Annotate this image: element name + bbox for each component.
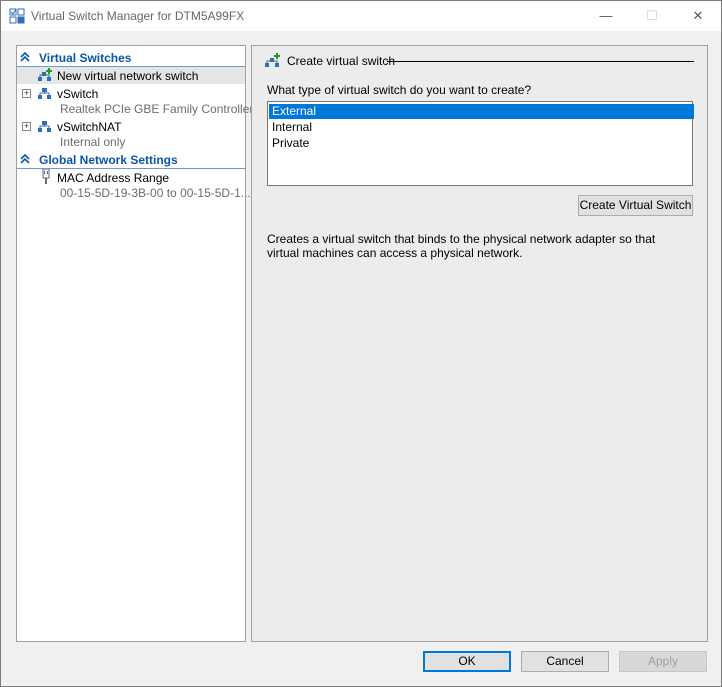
heading-divider xyxy=(387,61,694,62)
create-virtual-switch-button[interactable]: Create Virtual Switch xyxy=(578,195,693,216)
tree-item-sublabel: Realtek PCIe GBE Family Controller xyxy=(60,102,254,116)
section-label: Virtual Switches xyxy=(39,51,132,65)
switch-type-description: Creates a virtual switch that binds to t… xyxy=(267,232,656,260)
title-bar[interactable]: Virtual Switch Manager for DTM5A99FX — ☐… xyxy=(1,1,721,31)
ok-button[interactable]: OK xyxy=(423,651,511,672)
add-network-switch-icon xyxy=(265,53,280,67)
detail-pane: Create virtual switch What type of virtu… xyxy=(251,45,708,642)
switch-type-listbox[interactable]: External Internal Private xyxy=(267,101,694,186)
tree-item-label: vSwitch xyxy=(57,87,99,101)
dialog-window: Virtual Switch Manager for DTM5A99FX — ☐… xyxy=(0,0,722,687)
expand-icon[interactable]: + xyxy=(22,122,31,131)
tree-item-vswitchnat[interactable]: + vSwitchNAT Internal only xyxy=(17,118,245,150)
close-button[interactable]: ✕ xyxy=(675,1,721,31)
cancel-button[interactable]: Cancel xyxy=(521,651,609,672)
section-global-network-settings[interactable]: Global Network Settings xyxy=(17,152,245,169)
option-external[interactable]: External xyxy=(269,104,694,119)
expand-icon[interactable]: + xyxy=(22,89,31,98)
network-plug-icon xyxy=(42,169,50,184)
tree-item-label: vSwitchNAT xyxy=(57,120,122,134)
add-network-switch-icon xyxy=(38,68,52,81)
tree-item-new-virtual-network-switch[interactable]: New virtual network switch xyxy=(17,67,245,84)
detail-heading: Create virtual switch xyxy=(287,54,396,68)
window-title: Virtual Switch Manager for DTM5A99FX xyxy=(31,9,245,23)
network-switch-icon xyxy=(38,88,51,99)
option-internal[interactable]: Internal xyxy=(269,120,694,135)
chevron-up-double-icon[interactable] xyxy=(20,51,30,63)
virtual-switch-manager-icon xyxy=(9,8,25,24)
tree-item-label: MAC Address Range xyxy=(57,171,170,185)
section-virtual-switches[interactable]: Virtual Switches xyxy=(17,50,245,67)
tree-item-sublabel: Internal only xyxy=(60,135,126,149)
switch-type-question: What type of virtual switch do you want … xyxy=(267,83,532,97)
navigation-tree: Virtual Switches New virtual network swi… xyxy=(16,45,253,642)
minimize-button[interactable]: — xyxy=(583,1,629,31)
option-private[interactable]: Private xyxy=(269,136,694,151)
apply-button[interactable]: Apply xyxy=(619,651,707,672)
maximize-button[interactable]: ☐ xyxy=(629,1,675,31)
network-switch-icon xyxy=(38,121,51,132)
chevron-up-double-icon[interactable] xyxy=(20,153,30,165)
tree-item-sublabel: 00-15-5D-19-3B-00 to 00-15-5D-1... xyxy=(60,186,251,200)
section-label: Global Network Settings xyxy=(39,153,178,167)
tree-item-label: New virtual network switch xyxy=(57,69,199,83)
tree-item-vswitch[interactable]: + vSwitch Realtek PCIe GBE Family Contro… xyxy=(17,85,253,117)
tree-item-mac-address-range[interactable]: MAC Address Range 00-15-5D-19-3B-00 to 0… xyxy=(17,169,251,201)
